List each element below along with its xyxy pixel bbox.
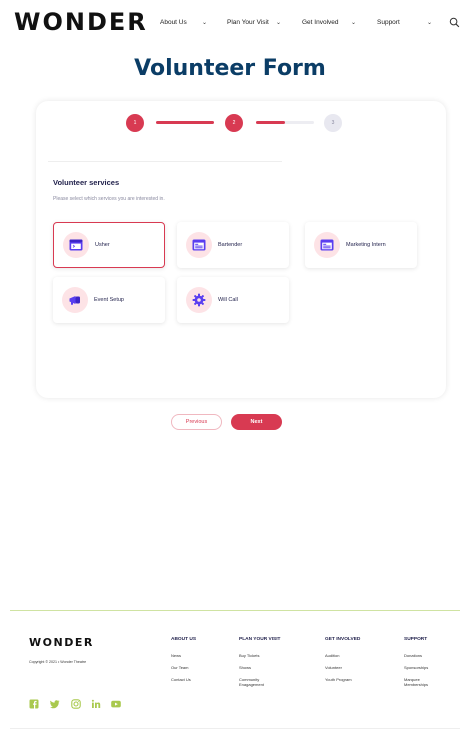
chevron-down-icon[interactable]: ⌄ [427, 19, 432, 26]
section-subtitle: Please select which services you are int… [53, 196, 165, 202]
footer-bottom-divider [10, 728, 460, 729]
service-label: Marketing Intern [346, 242, 386, 248]
footer-link-youth-program[interactable]: Youth Program [325, 677, 352, 682]
youtube-icon[interactable] [111, 699, 121, 709]
footer-link-marquee-memberships[interactable]: Marquee Memberships [404, 677, 438, 687]
browser-window-icon [63, 232, 89, 258]
service-label: Event Setup [94, 297, 124, 303]
service-option-bartender[interactable]: Bartender [177, 222, 289, 268]
divider [48, 161, 282, 162]
copyright-text: Copyright © 2021 • Wonder Theatre [29, 660, 87, 664]
gear-icon [186, 287, 212, 313]
page-title: Volunteer Form [134, 56, 326, 81]
nav-label: About Us [160, 19, 187, 26]
nav-item-get-involved[interactable]: Get Involved [302, 19, 339, 26]
service-option-will-call[interactable]: Will Call [177, 277, 289, 323]
linkedin-icon[interactable] [91, 699, 101, 709]
nav-label: Get Involved [302, 19, 339, 26]
site-header: WONDER About Us ⌄ Plan Your Visit ⌄ Get … [0, 0, 470, 44]
footer-link-donations[interactable]: Donations [404, 653, 422, 658]
step-connector-2 [256, 121, 314, 124]
calendar-window-icon [186, 232, 212, 258]
megaphone-icon [62, 287, 88, 313]
instagram-icon[interactable] [71, 699, 81, 709]
footer-link-volunteer[interactable]: Volunteer [325, 665, 342, 670]
chevron-down-icon[interactable]: ⌄ [202, 19, 207, 26]
step-2: 2 [225, 114, 243, 132]
service-label: Will Call [218, 297, 238, 303]
service-label: Usher [95, 242, 110, 248]
service-option-usher[interactable]: Usher [53, 222, 165, 268]
footer-column-title: PLAN YOUR VISIT [239, 637, 281, 642]
footer-link-shows[interactable]: Shows [239, 665, 251, 670]
service-label: Bartender [218, 242, 243, 248]
nav-label: Plan Your Visit [227, 19, 269, 26]
twitter-icon[interactable] [50, 699, 60, 709]
footer-link-contact-us[interactable]: Contact Us [171, 677, 191, 682]
footer-column-title: SUPPORT [404, 637, 428, 642]
footer-link-our-team[interactable]: Our Team [171, 665, 189, 670]
step-connector-1 [156, 121, 214, 124]
nav-item-about-us[interactable]: About Us [160, 19, 187, 26]
footer-logo[interactable]: WONDER [29, 636, 94, 649]
service-option-event-setup[interactable]: Event Setup [53, 277, 165, 323]
footer-link-community-engagement[interactable]: Community Enagagement [239, 677, 273, 687]
chevron-down-icon[interactable]: ⌄ [276, 19, 281, 26]
nav-label: Support [377, 19, 400, 26]
step-connector-2-fill [256, 121, 285, 124]
footer-link-audition[interactable]: Audition [325, 653, 339, 658]
footer-link-sponsorships[interactable]: Sponsorships [404, 665, 428, 670]
section-title: Volunteer services [53, 178, 120, 187]
footer-link-buy-tickets[interactable]: Buy Tickets [239, 653, 259, 658]
next-button[interactable]: Next [231, 414, 282, 430]
nav-item-plan-your-visit[interactable]: Plan Your Visit [227, 19, 269, 26]
step-1: 1 [126, 114, 144, 132]
previous-button[interactable]: Previous [171, 414, 222, 430]
step-3: 3 [324, 114, 342, 132]
chevron-down-icon[interactable]: ⌄ [351, 19, 356, 26]
footer-column-title: ABOUT US [171, 637, 197, 642]
search-icon[interactable] [449, 17, 460, 28]
facebook-icon[interactable] [29, 699, 39, 709]
nav-item-support[interactable]: Support [377, 19, 400, 26]
footer-column-title: GET INVOLVED [325, 637, 361, 642]
footer-link-news[interactable]: News [171, 653, 181, 658]
site-logo[interactable]: WONDER [14, 8, 148, 36]
footer-divider [10, 610, 460, 611]
service-option-marketing-intern[interactable]: Marketing Intern [305, 222, 417, 268]
calendar-window-icon [314, 232, 340, 258]
